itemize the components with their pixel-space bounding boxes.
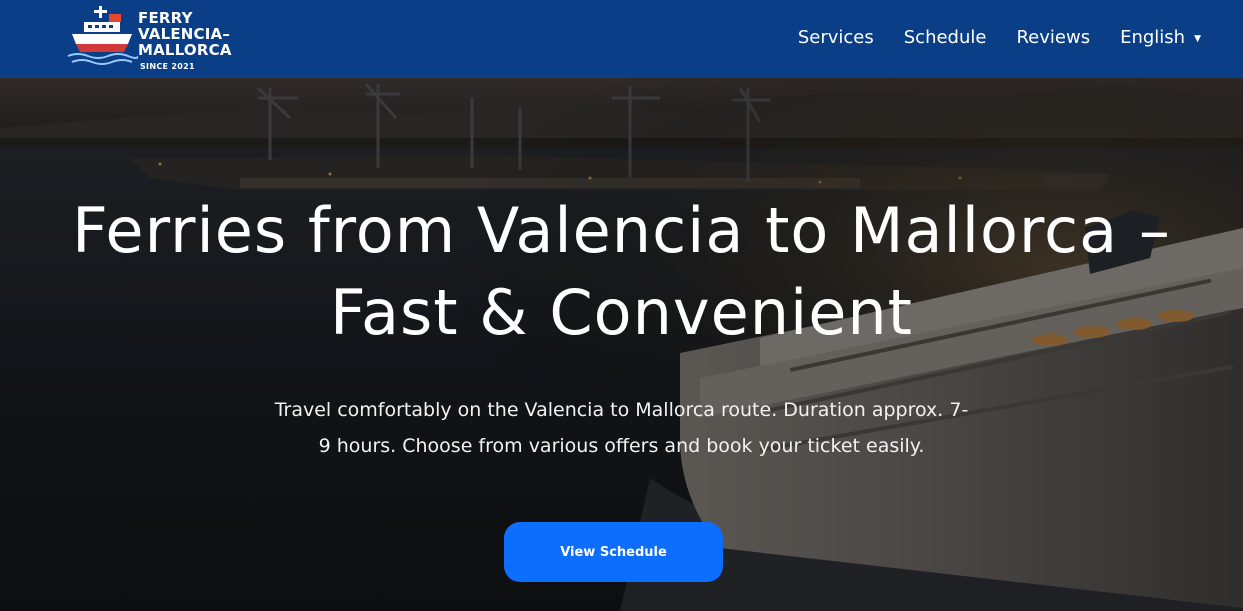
hero-title: Ferries from Valencia to Mallorca – Fast… bbox=[0, 190, 1243, 354]
hero-subtitle: Travel comfortably on the Valencia to Ma… bbox=[0, 392, 1243, 464]
main-nav: Services Schedule Reviews English ▼ bbox=[768, 27, 1201, 48]
hero-section: Ferries from Valencia to Mallorca – Fast… bbox=[0, 78, 1243, 611]
logo-since: SINCE 2021 bbox=[140, 62, 195, 71]
view-schedule-button[interactable]: View Schedule bbox=[504, 522, 723, 582]
hero-subtitle-line-2: 9 hours. Choose from various offers and … bbox=[318, 435, 925, 457]
caret-down-icon: ▼ bbox=[1194, 33, 1201, 44]
nav-services-label: Services bbox=[797, 27, 874, 48]
site-logo[interactable]: FERRY VALENCIA– MALLORCA SINCE 2021 bbox=[62, 2, 242, 76]
hero-subtitle-line-1: Travel comfortably on the Valencia to Ma… bbox=[274, 399, 969, 421]
nav-reviews-label: Reviews bbox=[1016, 27, 1091, 48]
ferry-logo-icon bbox=[67, 6, 138, 65]
hero-title-line-1: Ferries from Valencia to Mallorca – bbox=[72, 194, 1171, 267]
language-selector[interactable]: English ▼ bbox=[1120, 27, 1201, 48]
nav-schedule-label: Schedule bbox=[903, 27, 987, 48]
hero-title-line-2: Fast & Convenient bbox=[330, 276, 913, 349]
logo-line-1: FERRY bbox=[138, 9, 193, 27]
logo-line-2: VALENCIA– bbox=[138, 25, 231, 43]
nav-schedule[interactable]: Schedule bbox=[904, 27, 987, 48]
nav-reviews[interactable]: Reviews bbox=[1016, 27, 1090, 48]
logo-line-3: MALLORCA bbox=[138, 41, 232, 59]
logo-text: FERRY VALENCIA– MALLORCA bbox=[138, 10, 232, 58]
language-label: English bbox=[1120, 27, 1186, 48]
site-header: FERRY VALENCIA– MALLORCA SINCE 2021 Serv… bbox=[0, 0, 1243, 78]
nav-services[interactable]: Services bbox=[798, 27, 874, 48]
